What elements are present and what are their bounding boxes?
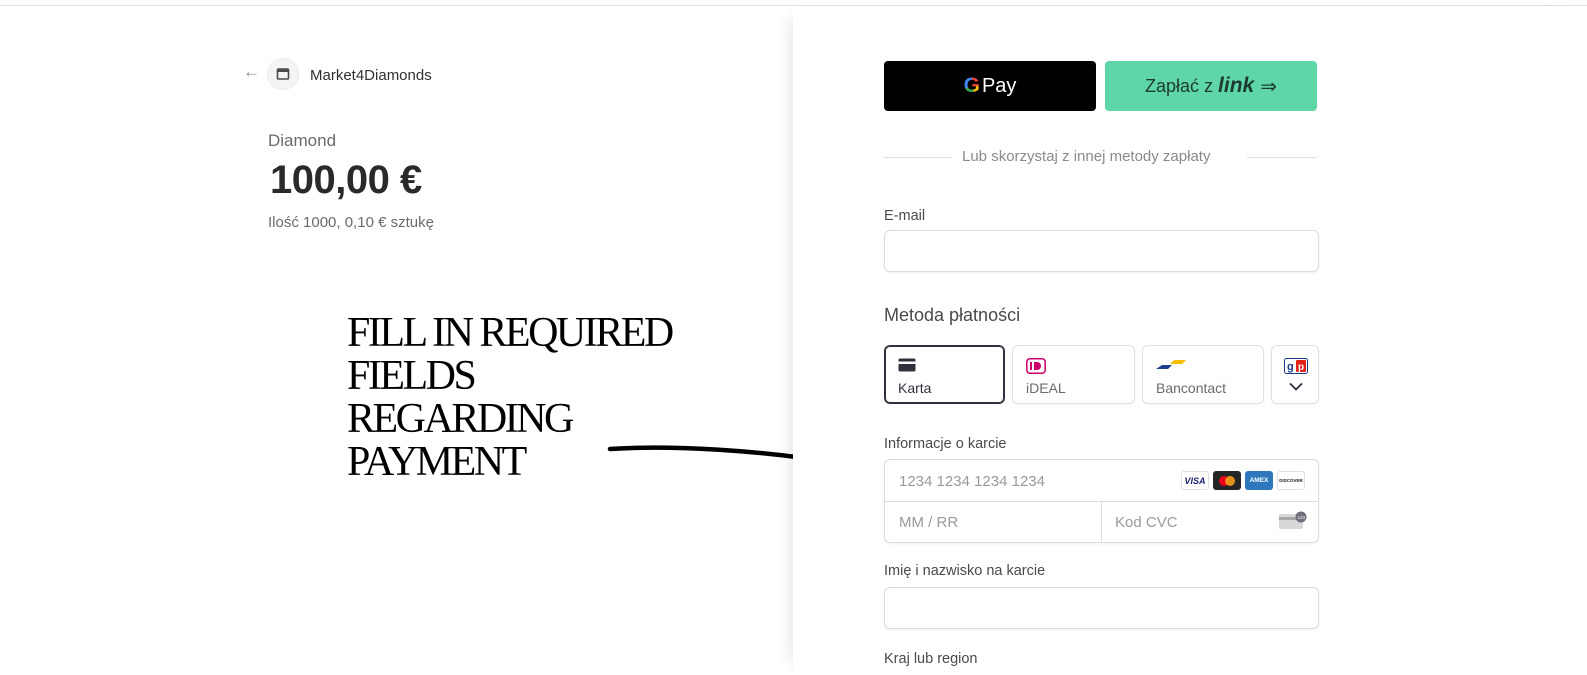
tab-card-label: Karta xyxy=(898,380,932,396)
tab-ideal-label: iDEAL xyxy=(1026,380,1066,396)
cardholder-name-label: Imię i nazwisko na karcie xyxy=(884,563,1046,579)
merchant-name[interactable]: Market4Diamonds xyxy=(310,67,432,84)
annotation-line: FILL IN REQUIRED xyxy=(347,310,674,356)
svg-text:g: g xyxy=(1287,361,1294,373)
card-number-input[interactable] xyxy=(899,471,1159,491)
more-payment-methods-button[interactable]: g p xyxy=(1271,345,1319,404)
visa-icon: VISA xyxy=(1181,471,1209,490)
cvc-card-icon: 123 xyxy=(1279,511,1307,529)
svg-text:p: p xyxy=(1298,362,1304,373)
double-arrow-right-icon: ⇒ xyxy=(1260,75,1277,98)
discover-icon: DISCOVER xyxy=(1277,471,1305,490)
mastercard-icon xyxy=(1213,471,1241,490)
chevron-down-icon xyxy=(1289,382,1303,391)
card-info-block: VISA AMEX DISCOVER 123 xyxy=(884,459,1319,543)
amex-icon: AMEX xyxy=(1245,471,1273,490)
svg-text:123: 123 xyxy=(1298,515,1306,520)
divider-line xyxy=(1247,157,1317,158)
cardholder-name-field[interactable] xyxy=(884,587,1319,629)
divider-text: Lub skorzystaj z innej metody zapłaty xyxy=(962,148,1211,165)
link-prefix: Zapłać z xyxy=(1145,75,1214,96)
tab-bancontact[interactable]: Bancontact xyxy=(1142,345,1264,404)
bancontact-icon xyxy=(1156,360,1186,369)
tab-card[interactable]: Karta xyxy=(884,345,1005,404)
pay-with-link-button[interactable]: Zapłać z link ⇒ xyxy=(1105,61,1317,111)
ideal-icon xyxy=(1026,358,1046,374)
google-pay-button[interactable]: G Pay xyxy=(884,61,1096,111)
email-label: E-mail xyxy=(884,208,926,224)
card-info-label: Informacje o karcie xyxy=(884,436,1007,452)
cvc-input[interactable] xyxy=(1115,512,1265,532)
product-price: 100,00 € xyxy=(270,158,422,202)
giropay-icon: g p xyxy=(1284,358,1308,374)
gpay-label: Pay xyxy=(981,74,1017,97)
tab-ideal[interactable]: iDEAL xyxy=(1012,345,1135,404)
email-field[interactable] xyxy=(884,230,1319,272)
arrow-left-icon[interactable]: ← xyxy=(243,63,260,80)
country-label: Kraj lub region xyxy=(884,651,978,667)
annotation-line: FIELDS xyxy=(347,353,477,399)
card-icon xyxy=(898,358,916,372)
quantity-unit-info: Ilość 1000, 0,10 € sztukę xyxy=(268,214,434,231)
product-name: Diamond xyxy=(268,131,337,150)
expiry-input[interactable] xyxy=(899,512,1089,532)
store-icon xyxy=(268,59,298,89)
payment-method-title: Metoda płatności xyxy=(884,305,1021,325)
link-logo: link xyxy=(1218,74,1255,97)
google-g-icon: G xyxy=(963,74,980,97)
tab-bancontact-label: Bancontact xyxy=(1156,380,1227,396)
divider-line xyxy=(884,157,952,158)
card-col-divider xyxy=(1101,501,1102,543)
